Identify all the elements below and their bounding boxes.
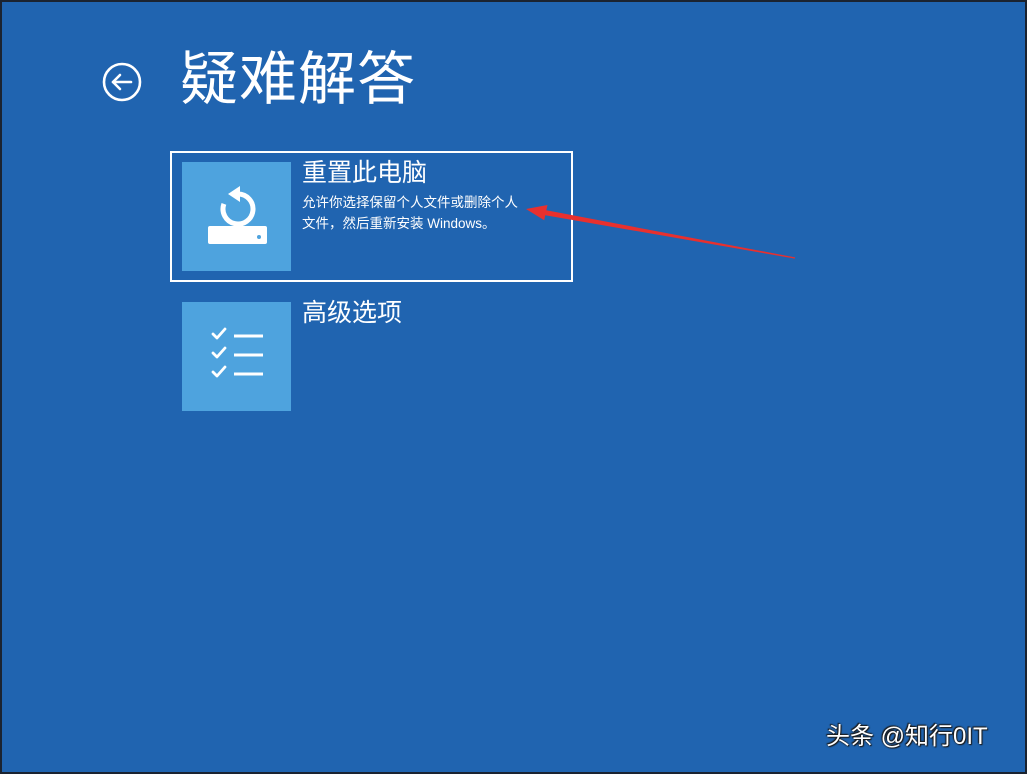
option-reset-pc[interactable]: 重置此电脑 允许你选择保留个人文件或删除个人 文件，然后重新安装 Windows… — [170, 151, 573, 282]
option-description-line: 文件，然后重新安装 Windows。 — [302, 216, 496, 231]
checklist-icon — [211, 327, 263, 378]
option-tile — [182, 162, 291, 271]
option-description-line: 允许你选择保留个人文件或删除个人 — [302, 195, 518, 210]
option-title: 重置此电脑 — [302, 159, 428, 187]
option-advanced-options[interactable]: 高级选项 — [170, 291, 573, 422]
page-title: 疑难解答 — [180, 47, 417, 112]
back-button[interactable] — [101, 61, 143, 103]
reset-pc-icon — [208, 186, 267, 244]
option-description: 允许你选择保留个人文件或删除个人 文件，然后重新安装 Windows。 — [302, 192, 518, 234]
option-tile — [182, 302, 291, 411]
back-arrow-icon — [102, 62, 142, 102]
option-title: 高级选项 — [302, 299, 403, 327]
watermark: 头条 @知行0IT — [826, 723, 988, 750]
